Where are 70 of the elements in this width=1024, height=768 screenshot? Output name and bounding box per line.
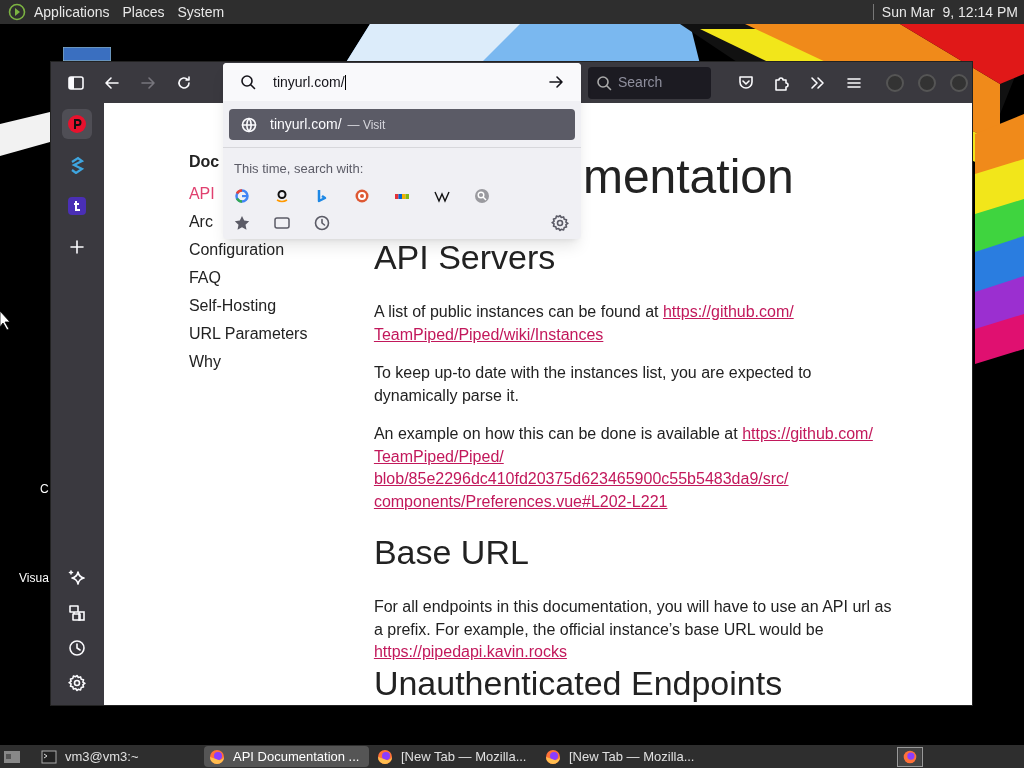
panel-menu[interactable]: Applications xyxy=(34,1,110,23)
search-field[interactable]: Search xyxy=(588,66,711,99)
panel-menu[interactable]: System xyxy=(177,1,225,23)
link[interactable]: components/Preferences.vue#L202-L221 xyxy=(373,492,668,510)
paragraph: For all endpoints in this documentation, you will have to use an API url as a prefix. For example, the official instance’s base URL would be https://pipedapi.kavin.rocks xyxy=(373,597,893,662)
link[interactable]: https://github.com/ xyxy=(742,425,873,442)
section-heading: Base URL xyxy=(373,533,530,571)
taskbar-button[interactable]: [New Tab — Mozilla... xyxy=(372,746,537,767)
clock-icon[interactable] xyxy=(314,214,330,231)
desktop-icon-label: C xyxy=(40,481,49,498)
back-arrow-icon xyxy=(104,74,120,91)
paragraph: A list of public instances can be found at https://github.com/ TeamPiped/Piped/wiki/Instances xyxy=(373,302,795,345)
search-icon xyxy=(240,74,256,90)
devices-icon[interactable] xyxy=(68,604,87,622)
fox-globe-icon xyxy=(377,748,393,765)
fox-globe-icon xyxy=(209,748,225,765)
terminal-icon xyxy=(41,749,57,764)
t-logo-icon xyxy=(68,197,87,215)
section-heading: API Servers xyxy=(373,238,557,276)
taskbar-button[interactable]: [New Tab — Mozilla... xyxy=(540,746,705,767)
arrow-icon[interactable] xyxy=(548,74,564,90)
mouse-cursor-icon xyxy=(0,311,10,331)
plus-icon xyxy=(69,239,86,255)
taskbar-button[interactable]: API Documentation ... xyxy=(204,746,369,767)
reload-button[interactable] xyxy=(175,73,193,92)
taskbar-button[interactable]: vm3@vm3:~ xyxy=(36,746,201,767)
paragraph: An example on how this can be done is available at https://github.com/ TeamPiped/Piped/ blob/85e2296dc410fd20375d623465900c55b5483da9/src/ components/Preferences.vue#L202-L221 xyxy=(373,424,874,512)
sparkle-icon[interactable] xyxy=(68,569,87,587)
link[interactable]: TeamPiped/Piped/ xyxy=(373,447,504,465)
nav-link[interactable]: URL Parameters xyxy=(188,320,308,348)
page-title: mentation xyxy=(582,149,795,205)
pocket-icon[interactable] xyxy=(737,73,755,92)
nav-link[interactable]: API xyxy=(188,180,215,208)
p-logo-icon xyxy=(68,115,87,133)
nav-title: Doc xyxy=(188,152,220,172)
reload-icon xyxy=(176,74,192,91)
tab-icon[interactable] xyxy=(274,214,290,231)
desktop-icon-label: Visua xyxy=(19,570,49,587)
search-engine-icon[interactable] xyxy=(274,187,290,204)
panel-menu[interactable]: Places xyxy=(122,1,165,23)
suggestion-action: — Visit xyxy=(347,116,386,134)
sidebar-toggle-button[interactable] xyxy=(67,73,85,92)
clock[interactable]: Sun Mar 9, 12:14 PM xyxy=(881,1,1018,23)
url-value: tinyurl.com/ xyxy=(273,72,347,93)
link[interactable]: blob/85e2296dc410fd20375d623465900c55b5483da9/src/ xyxy=(373,470,789,487)
nav-link[interactable]: Configuration xyxy=(188,236,285,264)
search-placeholder: Search xyxy=(618,73,663,92)
show-desktop-icon[interactable] xyxy=(3,748,21,765)
section-heading: Unauthenticated Endpoints xyxy=(373,663,784,702)
url-field[interactable]: tinyurl.com/ xyxy=(223,63,581,101)
nav-link[interactable]: Why xyxy=(188,348,221,376)
nav-link[interactable]: FAQ xyxy=(188,264,221,292)
paragraph: To keep up-to date with the instances list, you are expected to dynamically parse it. xyxy=(373,363,813,406)
search-with-label: This time, search with: xyxy=(234,160,365,178)
star-icon[interactable] xyxy=(234,214,250,231)
suggestion-text: tinyurl.com/ xyxy=(270,115,342,134)
fox-globe-icon xyxy=(545,748,561,765)
logo-icon[interactable] xyxy=(8,3,26,21)
fox-globe-icon[interactable] xyxy=(897,746,923,767)
search-icon xyxy=(596,74,612,91)
arrow-icon xyxy=(140,74,156,91)
url-suggestion[interactable]: tinyurl.com/ — Visit xyxy=(229,109,575,140)
globe-icon xyxy=(241,116,257,133)
nav-link[interactable]: Self-Hosting xyxy=(188,292,277,320)
link[interactable]: TeamPiped/Piped/wiki/Instances xyxy=(373,325,604,343)
settings-icon[interactable] xyxy=(551,213,569,232)
link[interactable]: https://github.com/ xyxy=(662,303,794,320)
nav-link[interactable]: Arc xyxy=(188,208,213,236)
link[interactable]: https://pipedapi.kavin.rocks xyxy=(373,643,567,660)
sidebar-icon xyxy=(68,75,84,90)
